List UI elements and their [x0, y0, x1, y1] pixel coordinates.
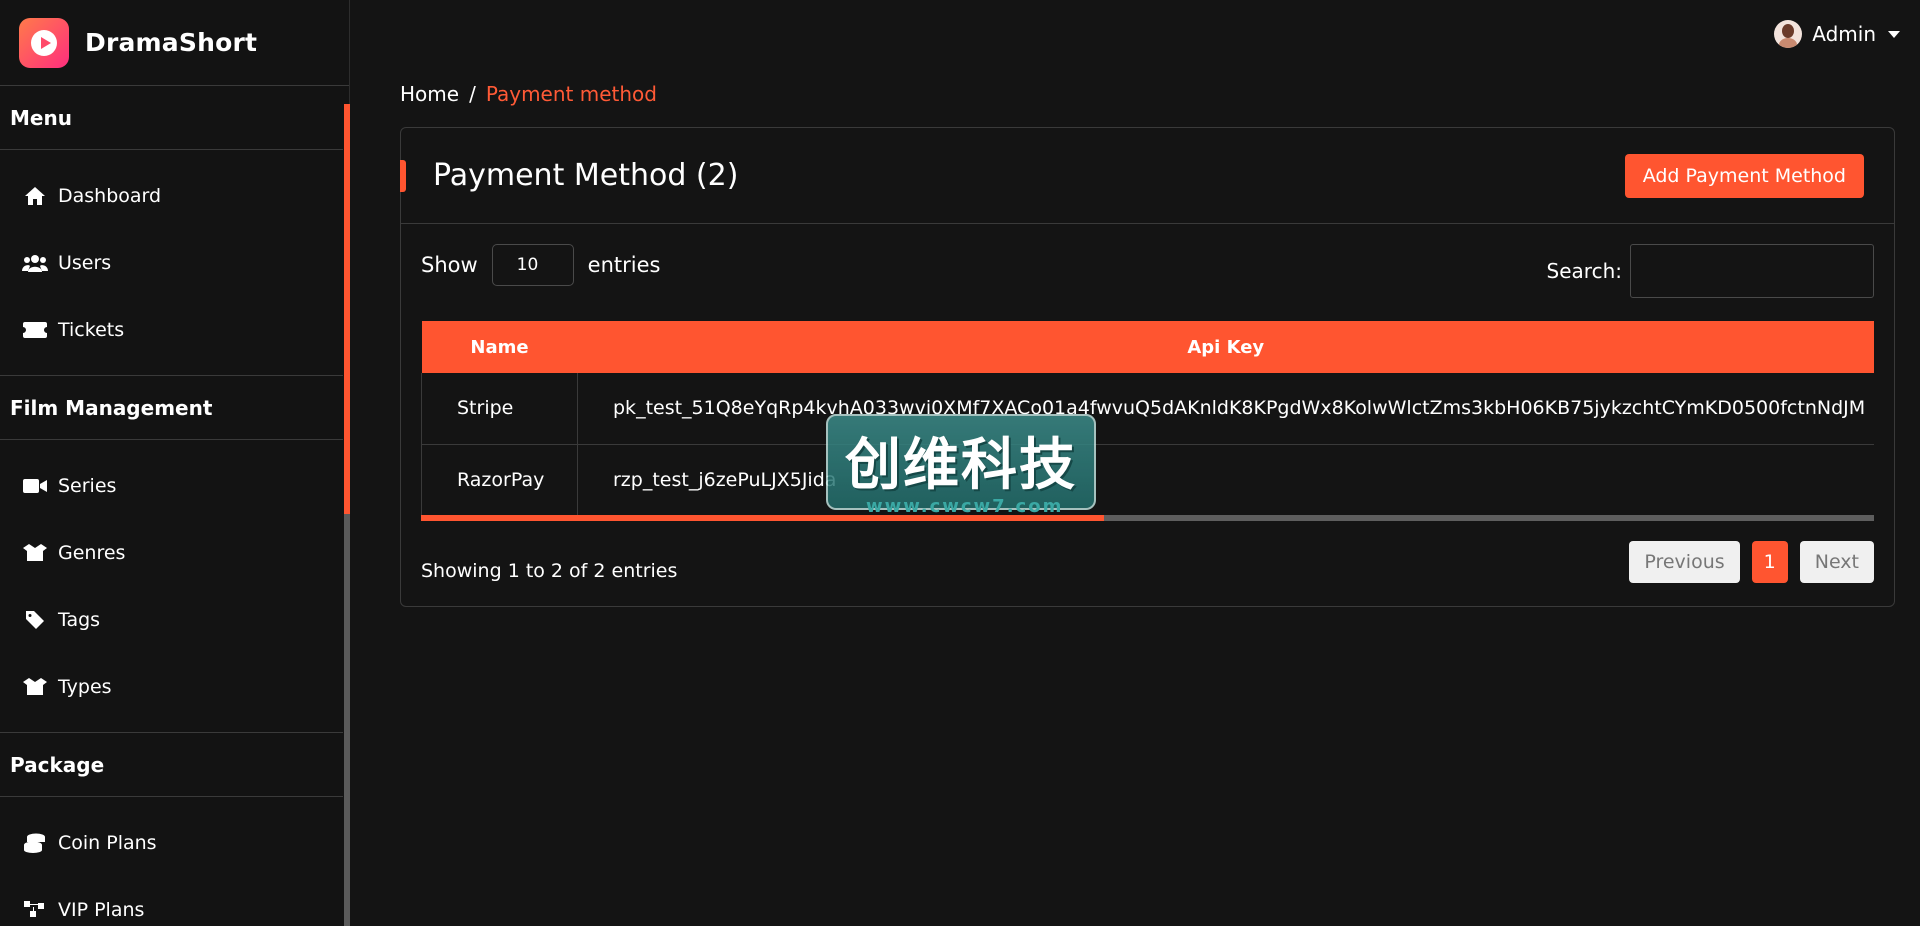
box-icon [22, 543, 48, 563]
sidebar-item-label: Series [58, 474, 117, 497]
table-controls: Show 10 entries Search: [401, 224, 1894, 320]
card-header: Payment Method (2) Add Payment Method [400, 128, 1894, 224]
page-size-control: Show 10 entries [421, 244, 660, 286]
table-row: RazorPay rzp_test_j6zePuLJX5Jida [421, 444, 1874, 516]
table-row: Stripe pk_test_51Q8eYqRp4kvhA033wvi0XMf7… [421, 373, 1874, 445]
previous-page-button[interactable]: Previous [1629, 541, 1740, 583]
payment-method-card: Payment Method (2) Add Payment Method Sh… [400, 127, 1895, 607]
sidebar-item-tickets[interactable]: Tickets [0, 296, 343, 363]
cell-api-key: rzp_test_j6zePuLJX5Jida [577, 444, 1874, 516]
section-title-film-management: Film Management [0, 376, 343, 440]
nav-group-menu: Dashboard Users Tickets [0, 150, 343, 376]
avatar [1774, 20, 1803, 48]
brand-name: DramaShort [85, 28, 258, 57]
sidebar: DramaShort Menu Dashboard Users Tickets … [0, 0, 350, 926]
sidebar-item-coin-plans[interactable]: Coin Plans [0, 809, 343, 876]
sidebar-item-label: Dashboard [58, 184, 162, 207]
sidebar-item-genres[interactable]: Genres [0, 519, 343, 586]
sidebar-item-label: Genres [58, 541, 126, 564]
breadcrumb-separator: / [469, 82, 476, 106]
entries-label: entries [587, 253, 661, 277]
cell-api-key: pk_test_51Q8eYqRp4kvhA033wvi0XMf7XACo01a… [577, 373, 1874, 445]
pagination: Previous 1 Next [1629, 541, 1874, 583]
cell-name: RazorPay [421, 444, 578, 516]
page-title: Payment Method (2) [433, 158, 739, 193]
next-page-button[interactable]: Next [1799, 541, 1874, 583]
nav-group-film: Series Genres Tags Types [0, 440, 343, 733]
home-icon [22, 186, 48, 206]
sidebar-item-label: VIP Plans [58, 898, 145, 921]
vip-icon [22, 900, 48, 920]
table-info: Showing 1 to 2 of 2 entries [421, 560, 678, 582]
sidebar-item-label: Types [58, 675, 112, 698]
breadcrumb-current: Payment method [485, 82, 657, 106]
sidebar-item-types[interactable]: Types [0, 653, 343, 720]
page-1-button[interactable]: 1 [1751, 541, 1788, 583]
brand[interactable]: DramaShort [0, 0, 349, 86]
show-label: Show [421, 253, 478, 277]
nav-group-package: Coin Plans VIP Plans [0, 797, 343, 926]
search-control: Search: [1547, 244, 1874, 298]
sidebar-item-label: Users [58, 251, 112, 274]
breadcrumb: Home / Payment method [400, 82, 657, 106]
table-horizontal-scrollbar[interactable] [421, 515, 1874, 521]
table-header-row: Name Api Key [421, 321, 1874, 373]
ticket-icon [22, 320, 48, 340]
tag-icon [22, 610, 48, 630]
search-label: Search: [1546, 259, 1622, 283]
add-payment-method-button[interactable]: Add Payment Method [1624, 153, 1864, 198]
table-scrollbar-thumb[interactable] [421, 515, 1104, 521]
sidebar-item-label: Tickets [58, 318, 125, 341]
column-header-api-key[interactable]: Api Key [577, 321, 1874, 373]
payment-methods-table: Name Api Key Stripe pk_test_51Q8eYqRp4kv… [421, 321, 1874, 516]
sidebar-item-label: Coin Plans [58, 831, 157, 854]
header-accent [400, 160, 406, 192]
sidebar-scrollbar-thumb[interactable] [344, 104, 350, 514]
column-header-name[interactable]: Name [421, 321, 578, 373]
sidebar-item-tags[interactable]: Tags [0, 586, 343, 653]
logo-icon [19, 17, 69, 68]
chevron-down-icon [1888, 30, 1900, 38]
page-size-select[interactable]: 10 [491, 244, 574, 286]
search-input[interactable] [1630, 244, 1874, 298]
sidebar-item-users[interactable]: Users [0, 229, 343, 296]
coins-icon [22, 833, 48, 853]
sidebar-item-label: Tags [58, 608, 101, 631]
section-title-package: Package [0, 733, 343, 797]
sidebar-item-dashboard[interactable]: Dashboard [0, 162, 343, 229]
users-icon [22, 253, 48, 273]
user-name: Admin [1812, 22, 1876, 46]
sidebar-item-vip-plans[interactable]: VIP Plans [0, 876, 343, 926]
video-icon [22, 476, 48, 496]
sidebar-item-series[interactable]: Series [0, 452, 343, 519]
cell-name: Stripe [421, 373, 578, 445]
breadcrumb-home[interactable]: Home [400, 82, 459, 106]
box-icon [22, 677, 48, 697]
section-title-menu: Menu [0, 86, 343, 150]
user-menu[interactable]: Admin [1774, 20, 1900, 48]
